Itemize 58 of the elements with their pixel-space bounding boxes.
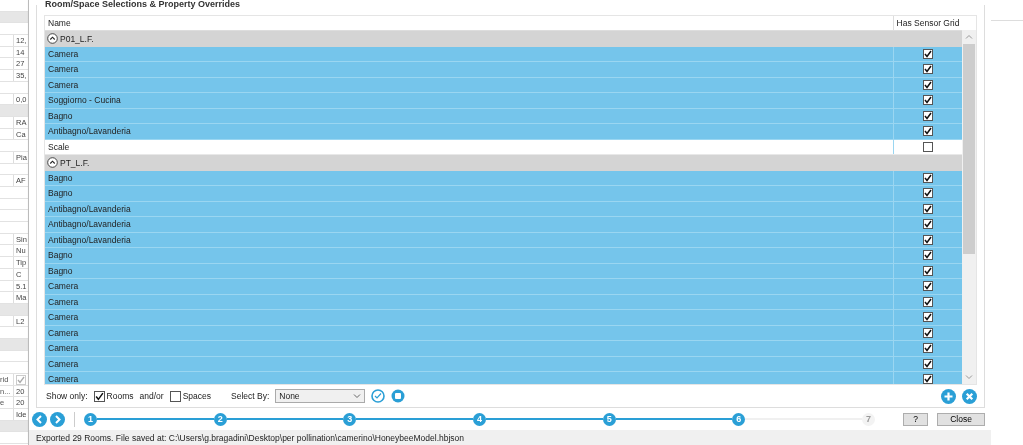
help-button[interactable]: ?	[903, 412, 928, 426]
column-header[interactable]: Has Sensor Grid	[893, 16, 962, 30]
uncheck-all-icon[interactable]	[391, 389, 406, 403]
checkbox[interactable]	[93, 390, 105, 402]
room-row[interactable]: Antibagno/Lavanderia	[45, 124, 962, 140]
column-header[interactable]: Name	[45, 16, 893, 30]
checkbox-label[interactable]: Spaces	[182, 391, 211, 401]
checkbox[interactable]	[923, 312, 933, 323]
checkbox[interactable]	[923, 203, 933, 214]
room-row[interactable]: Bagno	[45, 248, 962, 264]
checkbox[interactable]	[923, 64, 933, 75]
checkbox[interactable]	[923, 172, 933, 183]
checkbox[interactable]	[923, 296, 933, 307]
checkbox[interactable]	[923, 343, 933, 354]
group-row[interactable]: PT_L.F.	[45, 155, 962, 171]
room-row[interactable]: Bagno	[45, 186, 962, 202]
checkbox[interactable]	[923, 234, 933, 245]
select-by-label: Select By:	[231, 391, 270, 401]
checkbox[interactable]	[923, 281, 933, 292]
room-row[interactable]: Antibagno/Lavanderia	[45, 217, 962, 233]
checkbox[interactable]	[169, 390, 181, 402]
checkbox[interactable]	[923, 110, 933, 121]
checkbox[interactable]	[923, 126, 933, 137]
group-title: Room/Space Selections & Property Overrides	[43, 0, 243, 9]
checkbox[interactable]	[923, 79, 933, 90]
collapse-icon[interactable]	[47, 33, 58, 45]
room-row[interactable]: Camera	[45, 279, 962, 295]
room-row[interactable]: Soggiorno - Cucina	[45, 93, 962, 109]
room-row[interactable]: Camera	[45, 62, 962, 78]
checkbox[interactable]	[923, 188, 933, 199]
check-all-icon[interactable]	[371, 389, 386, 403]
remove-icon[interactable]	[962, 388, 977, 404]
select-by-dropdown[interactable]: None	[275, 389, 366, 403]
group-name: PT_L.F.	[60, 157, 90, 168]
checkbox[interactable]	[923, 95, 933, 106]
checkbox[interactable]	[923, 48, 933, 59]
back-icon[interactable]	[32, 411, 47, 427]
checkbox[interactable]	[923, 265, 933, 276]
caret-icon	[353, 393, 362, 399]
filter-label: Show only:	[46, 391, 88, 401]
checkbox[interactable]	[923, 250, 933, 261]
checkbox[interactable]	[923, 374, 933, 384]
group-row[interactable]: P01_L.F.	[45, 31, 962, 47]
room-row[interactable]: Camera	[45, 310, 962, 326]
checkbox[interactable]	[923, 358, 933, 369]
forward-icon[interactable]	[50, 411, 65, 427]
close-button[interactable]: Close	[937, 412, 985, 426]
room-row[interactable]: Camera	[45, 341, 962, 357]
collapse-icon[interactable]	[47, 157, 58, 169]
checkbox-label[interactable]: Rooms	[106, 391, 134, 401]
checkbox[interactable]	[923, 327, 933, 338]
add-icon[interactable]	[941, 388, 956, 404]
room-row[interactable]: Camera	[45, 372, 962, 384]
group-name: P01_L.F.	[60, 33, 94, 44]
checkbox[interactable]	[923, 141, 933, 152]
checkbox[interactable]	[923, 219, 933, 230]
joiner-label: and/or	[139, 391, 164, 401]
status-text: Exported 29 Rooms. File saved at: C:\Users\g.bragadini\Desktop\per pollination\camerino\HoneybeeModel.hbjson	[36, 432, 465, 443]
